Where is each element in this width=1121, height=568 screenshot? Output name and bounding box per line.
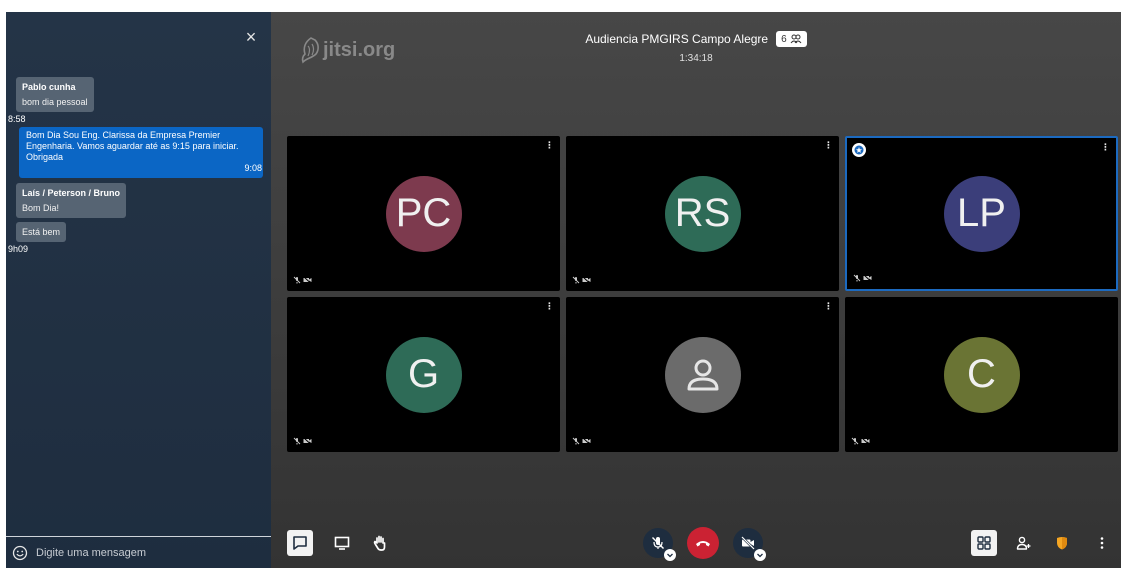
moderator-badge bbox=[852, 143, 866, 157]
chat-message: Laís / Peterson / Bruno Bom Dia! bbox=[16, 183, 127, 218]
mic-options-chevron[interactable] bbox=[664, 549, 676, 561]
default-avatar bbox=[664, 336, 741, 413]
local-chat-message: Bom Dia Sou Eng. Clarissa da Empresa Pre… bbox=[19, 127, 263, 178]
message-time: 8:58 bbox=[8, 114, 26, 124]
smile-icon[interactable] bbox=[12, 545, 28, 561]
invite-icon bbox=[1016, 536, 1031, 550]
moderator-star-icon bbox=[854, 145, 864, 155]
message-time: 9h09 bbox=[8, 244, 29, 254]
message-text: Bom Dia! bbox=[22, 203, 60, 213]
tile-menu-icon[interactable]: ⋮ bbox=[545, 302, 554, 311]
more-icon bbox=[1100, 537, 1104, 549]
hangup-button[interactable] bbox=[687, 527, 719, 559]
chat-message-group: Pablo cunha bom dia pessoal 8:58 bbox=[8, 77, 271, 124]
mic-muted-icon bbox=[853, 274, 861, 282]
camera-off-icon bbox=[863, 274, 872, 282]
camera-options-chevron[interactable] bbox=[754, 549, 766, 561]
close-chat-button[interactable]: × bbox=[243, 28, 259, 46]
tile-menu-icon[interactable]: ⋮ bbox=[545, 141, 554, 150]
raise-hand-button[interactable] bbox=[367, 530, 393, 556]
participant-tile-active[interactable]: LP ⋮ bbox=[845, 136, 1118, 291]
toolbar bbox=[271, 522, 1121, 568]
participant-tile[interactable]: PC ⋮ bbox=[287, 136, 560, 291]
mic-muted-icon bbox=[572, 276, 580, 284]
camera-off-icon bbox=[861, 437, 870, 445]
screenshare-icon bbox=[334, 536, 350, 550]
participant-tile[interactable]: C bbox=[845, 297, 1118, 452]
raise-hand-icon bbox=[373, 535, 386, 551]
chat-input-placeholder: Digite uma mensagem bbox=[36, 546, 147, 559]
participants-count-badge[interactable]: 6 bbox=[776, 31, 807, 47]
chevron-down-icon bbox=[667, 553, 673, 558]
chat-input[interactable]: Digite uma mensagem bbox=[6, 536, 271, 568]
tile-status-icons bbox=[293, 276, 312, 284]
participant-tile[interactable]: ⋮ bbox=[566, 297, 839, 452]
chat-message-group: Laís / Peterson / Bruno Bom Dia! Está be… bbox=[8, 183, 271, 254]
participant-tile[interactable]: G ⋮ bbox=[287, 297, 560, 452]
message-text: bom dia pessoal bbox=[22, 97, 88, 107]
hangup-icon bbox=[696, 541, 710, 547]
message-text: Está bem bbox=[22, 227, 61, 237]
toggle-camera-button[interactable] bbox=[733, 528, 766, 561]
message-time: 9:08 bbox=[244, 163, 262, 173]
message-author: Pablo cunha bbox=[22, 82, 76, 92]
participant-tile[interactable]: RS ⋮ bbox=[566, 136, 839, 291]
avatar: PC bbox=[385, 175, 462, 252]
mic-muted-icon bbox=[652, 537, 664, 549]
chat-panel: × Pablo cunha bom dia pessoal 8:58 Bom D… bbox=[6, 12, 271, 568]
tile-menu-icon[interactable]: ⋮ bbox=[824, 302, 833, 311]
user-icon bbox=[687, 359, 718, 390]
security-shield-icon bbox=[1057, 537, 1067, 550]
chat-icon bbox=[293, 536, 307, 550]
mic-muted-icon bbox=[293, 276, 301, 284]
chat-message: Está bem bbox=[16, 222, 67, 242]
tile-menu-icon[interactable]: ⋮ bbox=[824, 141, 833, 150]
chat-message: Pablo cunha bom dia pessoal bbox=[16, 77, 94, 112]
mic-muted-icon bbox=[572, 437, 580, 445]
camera-off-icon bbox=[303, 437, 312, 445]
conference-stage: jitsi.org Audiencia PMGIRS Campo Alegre … bbox=[271, 12, 1121, 568]
chat-toggle-button[interactable] bbox=[287, 530, 313, 556]
tile-view-icon bbox=[977, 536, 991, 550]
subject-title: Audiencia PMGIRS Campo Alegre bbox=[585, 32, 769, 46]
more-options-button[interactable] bbox=[1089, 530, 1115, 556]
camera-off-icon bbox=[582, 437, 591, 445]
tile-menu-icon[interactable]: ⋮ bbox=[1101, 143, 1110, 152]
mic-muted-icon bbox=[851, 437, 859, 445]
camera-off-icon bbox=[303, 276, 312, 284]
tile-status-icons bbox=[572, 437, 591, 445]
mic-muted-icon bbox=[293, 437, 301, 445]
tile-status-icons bbox=[853, 274, 872, 282]
tile-status-icons bbox=[851, 437, 870, 445]
invite-button[interactable] bbox=[1011, 530, 1037, 556]
chat-header: × bbox=[6, 12, 271, 64]
participant-count: 6 bbox=[781, 33, 787, 45]
message-author: Laís / Peterson / Bruno bbox=[22, 188, 121, 198]
participants-icon bbox=[790, 34, 802, 44]
tile-status-icons bbox=[572, 276, 591, 284]
tile-status-icons bbox=[293, 437, 312, 445]
conference-subject: Audiencia PMGIRS Campo Alegre 6 1:34:18 bbox=[271, 30, 1121, 64]
avatar: LP bbox=[943, 175, 1020, 252]
screenshare-button[interactable] bbox=[329, 530, 355, 556]
conference-timer: 1:34:18 bbox=[679, 53, 713, 64]
camera-off-icon bbox=[741, 536, 755, 550]
message-text: Bom Dia Sou Eng. Clarissa da Empresa Pre… bbox=[26, 130, 239, 162]
tile-view-button[interactable] bbox=[971, 530, 997, 556]
toggle-mic-button[interactable] bbox=[643, 528, 676, 561]
avatar: G bbox=[385, 336, 462, 413]
chevron-down-icon bbox=[757, 553, 763, 558]
camera-off-icon bbox=[582, 276, 591, 284]
avatar: C bbox=[943, 336, 1020, 413]
avatar: RS bbox=[664, 175, 741, 252]
security-button[interactable] bbox=[1049, 530, 1075, 556]
